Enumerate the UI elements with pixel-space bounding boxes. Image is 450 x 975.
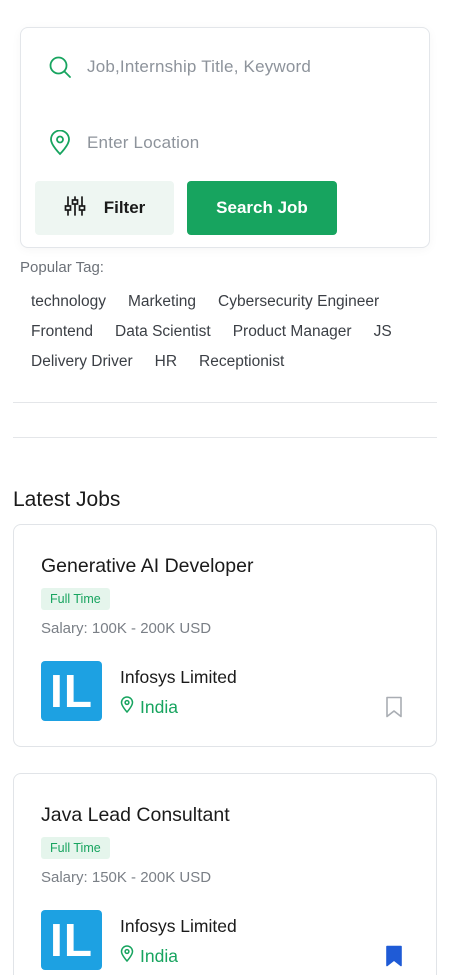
job-search-card: Job,Internship Title, Keyword Enter Loca… — [20, 27, 430, 248]
tag-item[interactable]: Receptionist — [188, 353, 295, 371]
job-type-badge: Full Time — [41, 837, 110, 859]
job-location: India — [120, 696, 178, 718]
keyword-placeholder: Job,Internship Title, Keyword — [87, 57, 312, 76]
location-input[interactable]: Enter Location — [47, 128, 199, 158]
job-title[interactable]: Java Lead Consultant — [41, 804, 230, 827]
section-divider — [13, 402, 437, 403]
tag-item[interactable]: Data Scientist — [104, 323, 222, 341]
sliders-icon — [64, 195, 86, 222]
bookmark-icon[interactable] — [385, 696, 403, 718]
location-pin-icon — [120, 945, 134, 967]
company-name: Infosys Limited — [120, 667, 237, 687]
job-title[interactable]: Generative AI Developer — [41, 555, 253, 578]
tag-item[interactable]: Frontend — [20, 323, 104, 341]
tag-row: Delivery Driver HR Receptionist — [20, 347, 440, 377]
search-icon — [47, 54, 73, 80]
job-card[interactable]: Java Lead Consultant Full Time Salary: 1… — [13, 773, 437, 975]
tag-item[interactable]: JS — [363, 323, 403, 341]
tag-item[interactable]: Marketing — [117, 293, 207, 311]
company-logo: IL — [41, 661, 102, 721]
job-location-text: India — [140, 945, 178, 966]
job-salary: Salary: 100K - 200K USD — [41, 620, 212, 637]
tag-item[interactable]: Product Manager — [222, 323, 363, 341]
job-salary: Salary: 150K - 200K USD — [41, 869, 212, 886]
tag-item[interactable]: HR — [144, 353, 188, 371]
bookmark-icon[interactable] — [385, 945, 403, 967]
company-name: Infosys Limited — [120, 916, 237, 936]
job-location-text: India — [140, 696, 178, 717]
tag-item[interactable]: Cybersecurity Engineer — [207, 293, 390, 311]
location-placeholder: Enter Location — [87, 133, 200, 152]
filter-button-label: Filter — [103, 198, 146, 217]
search-job-button[interactable]: Search Job — [187, 181, 337, 235]
keyword-search-input[interactable]: Job,Internship Title, Keyword — [47, 52, 311, 82]
company-logo: IL — [41, 910, 102, 970]
tag-row: Frontend Data Scientist Product Manager … — [20, 317, 440, 347]
popular-tag-label: Popular Tag: — [20, 259, 104, 276]
job-card[interactable]: Generative AI Developer Full Time Salary… — [13, 524, 437, 747]
tag-item[interactable]: technology — [20, 293, 117, 311]
location-pin-icon — [120, 696, 134, 718]
popular-tags: technology Marketing Cybersecurity Engin… — [20, 287, 440, 377]
latest-jobs-title: Latest Jobs — [13, 488, 121, 511]
job-location: India — [120, 945, 178, 967]
tag-item[interactable]: Delivery Driver — [20, 353, 144, 371]
tag-row: technology Marketing Cybersecurity Engin… — [20, 287, 440, 317]
location-pin-icon — [47, 130, 73, 156]
job-type-badge: Full Time — [41, 588, 110, 610]
section-divider — [13, 437, 437, 438]
filter-button[interactable]: Filter — [35, 181, 174, 235]
